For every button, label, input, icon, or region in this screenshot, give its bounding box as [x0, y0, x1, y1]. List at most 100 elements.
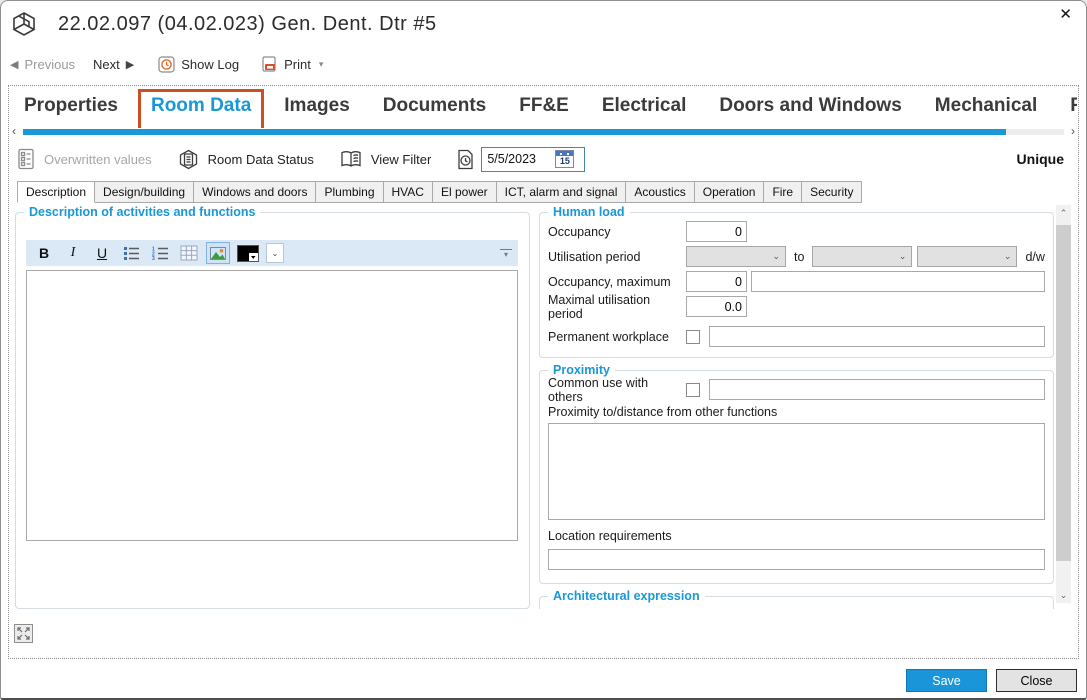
- occupancy-maximum-label: Occupancy, maximum: [548, 275, 686, 289]
- scroll-right-icon[interactable]: ›: [1071, 124, 1075, 138]
- right-panel: Human load Occupancy Utilisation period …: [539, 205, 1054, 609]
- architectural-expression-title: Architectural expression: [548, 589, 705, 603]
- scroll-down-icon[interactable]: ⌄: [1056, 587, 1071, 603]
- proximity-textarea[interactable]: [548, 423, 1045, 520]
- tab-documents[interactable]: Documents: [383, 95, 486, 128]
- utilisation-per-dropdown[interactable]: ⌄: [917, 246, 1017, 267]
- overwritten-values-button[interactable]: Overwritten values: [17, 148, 152, 170]
- calendar-icon[interactable]: 15: [555, 150, 574, 168]
- tab-images[interactable]: Images: [284, 95, 349, 128]
- subtab-ict-alarm-and-signal[interactable]: ICT, alarm and signal: [497, 181, 627, 203]
- titlebar: 22.02.097 (04.02.023) Gen. Dent. Dtr #5 …: [1, 1, 1086, 49]
- subtab-description[interactable]: Description: [17, 181, 95, 203]
- common-use-input[interactable]: [709, 379, 1045, 400]
- room-data-toolbar: Overwritten values Room Data Status: [17, 143, 1070, 175]
- room-data-frame: Properties Room Data Images Documents FF&E El…: [8, 85, 1079, 659]
- next-button[interactable]: Next ▶: [93, 57, 134, 72]
- subtab-hvac[interactable]: HVAC: [384, 181, 433, 203]
- view-filter-icon: [340, 150, 362, 169]
- overwritten-values-label: Overwritten values: [44, 152, 152, 167]
- scrollbar-thumb[interactable]: [1056, 225, 1071, 561]
- insert-table-button[interactable]: [177, 242, 201, 264]
- previous-arrow-icon: ◀: [10, 58, 18, 71]
- human-load-section: Human load Occupancy Utilisation period …: [539, 205, 1054, 358]
- utilisation-to-dropdown[interactable]: ⌄: [812, 246, 912, 267]
- tab-ff-e[interactable]: FF&E: [519, 95, 569, 128]
- color-dropdown-button[interactable]: ⌄: [266, 243, 284, 263]
- utilisation-unit-label: d/w: [1017, 250, 1044, 264]
- utilisation-from-dropdown[interactable]: ⌄: [686, 246, 786, 267]
- tab-mechanical[interactable]: Mechanical: [935, 95, 1037, 128]
- svg-text:3: 3: [152, 256, 155, 260]
- maximal-utilisation-period-input[interactable]: [686, 296, 747, 317]
- underline-button[interactable]: U: [90, 242, 114, 264]
- print-button[interactable]: Print ▾: [261, 56, 323, 73]
- utilisation-period-label: Utilisation period: [548, 250, 686, 264]
- subtab-acoustics[interactable]: Acoustics: [626, 181, 694, 203]
- italic-button[interactable]: I: [61, 242, 85, 264]
- occupancy-maximum-input[interactable]: [686, 271, 747, 292]
- overwritten-values-icon: [17, 148, 35, 170]
- tab-properties[interactable]: Properties: [24, 95, 118, 128]
- next-label: Next: [93, 57, 120, 72]
- next-arrow-icon: ▶: [126, 58, 134, 71]
- scrollbar-thumb[interactable]: [23, 129, 1006, 135]
- app-logo-icon: [11, 11, 37, 37]
- show-log-icon: [158, 56, 175, 73]
- subtab-el-power[interactable]: El power: [433, 181, 497, 203]
- unique-label: Unique: [1017, 151, 1064, 167]
- occupancy-maximum-note-input[interactable]: [751, 271, 1045, 292]
- right-panel-scrollbar[interactable]: ⌃ ⌄: [1056, 205, 1071, 603]
- date-field[interactable]: 15: [481, 147, 585, 172]
- description-section-title: Description of activities and functions: [24, 205, 260, 219]
- tabs-horizontal-scrollbar[interactable]: ‹ ›: [10, 127, 1077, 139]
- common-use-label: Common use with others: [548, 376, 686, 404]
- scroll-left-icon[interactable]: ‹: [12, 124, 16, 138]
- permanent-workplace-input[interactable]: [709, 326, 1045, 347]
- show-log-button[interactable]: Show Log: [158, 56, 239, 73]
- bold-button[interactable]: B: [32, 242, 56, 264]
- room-data-status-label: Room Data Status: [208, 152, 314, 167]
- previous-button[interactable]: ◀ Previous: [10, 57, 75, 72]
- insert-image-button[interactable]: [206, 242, 230, 264]
- maximal-utilisation-period-label: Maximal utilisation period: [548, 293, 686, 321]
- save-button[interactable]: Save: [906, 669, 987, 692]
- room-data-status-button[interactable]: Room Data Status: [178, 149, 314, 170]
- numbered-list-button[interactable]: 1 2 3: [148, 242, 172, 264]
- subtab-windows-and-doors[interactable]: Windows and doors: [194, 181, 316, 203]
- main-tabs: Properties Room Data Images Documents FF&E El…: [9, 86, 1077, 128]
- location-requirements-label: Location requirements: [540, 526, 1053, 545]
- nav-toolbar: ◀ Previous Next ▶ Show Log: [10, 52, 323, 76]
- subtab-operation[interactable]: Operation: [695, 181, 765, 203]
- expand-button[interactable]: [14, 624, 33, 643]
- subtab-design-building[interactable]: Design/building: [95, 181, 194, 203]
- subtab-plumbing[interactable]: Plumbing: [316, 181, 383, 203]
- tab-doors-and-windows[interactable]: Doors and Windows: [719, 95, 901, 128]
- date-input[interactable]: [487, 152, 555, 166]
- print-label: Print: [284, 57, 311, 72]
- human-load-title: Human load: [548, 205, 630, 219]
- description-section: Description of activities and functions …: [15, 205, 530, 609]
- to-label: to: [786, 250, 812, 264]
- permanent-workplace-checkbox[interactable]: [686, 330, 700, 344]
- proximity-to-label: Proximity to/distance from other functio…: [540, 402, 1053, 421]
- room-data-status-icon: [178, 149, 199, 170]
- view-filter-button[interactable]: View Filter: [340, 150, 431, 169]
- bullet-list-button[interactable]: [119, 242, 143, 264]
- calendar-day-label: 15: [556, 156, 573, 166]
- scroll-up-icon[interactable]: ⌃: [1056, 205, 1071, 221]
- location-requirements-input[interactable]: [548, 549, 1045, 570]
- close-icon[interactable]: ✕: [1059, 5, 1072, 23]
- occupancy-input[interactable]: [686, 221, 747, 242]
- tab-electrical[interactable]: Electrical: [602, 95, 687, 128]
- description-editor[interactable]: [26, 270, 518, 541]
- close-button[interactable]: Close: [996, 669, 1077, 692]
- font-color-button[interactable]: [235, 242, 261, 264]
- sub-tabs: DescriptionDesign/buildingWindows and do…: [17, 181, 862, 203]
- tab-room-data[interactable]: Room Data: [151, 95, 251, 128]
- toolbar-overflow-button[interactable]: ▾: [500, 249, 512, 257]
- subtab-fire[interactable]: Fire: [764, 181, 802, 203]
- common-use-checkbox[interactable]: [686, 383, 700, 397]
- occupancy-label: Occupancy: [548, 225, 686, 239]
- subtab-security[interactable]: Security: [802, 181, 862, 203]
